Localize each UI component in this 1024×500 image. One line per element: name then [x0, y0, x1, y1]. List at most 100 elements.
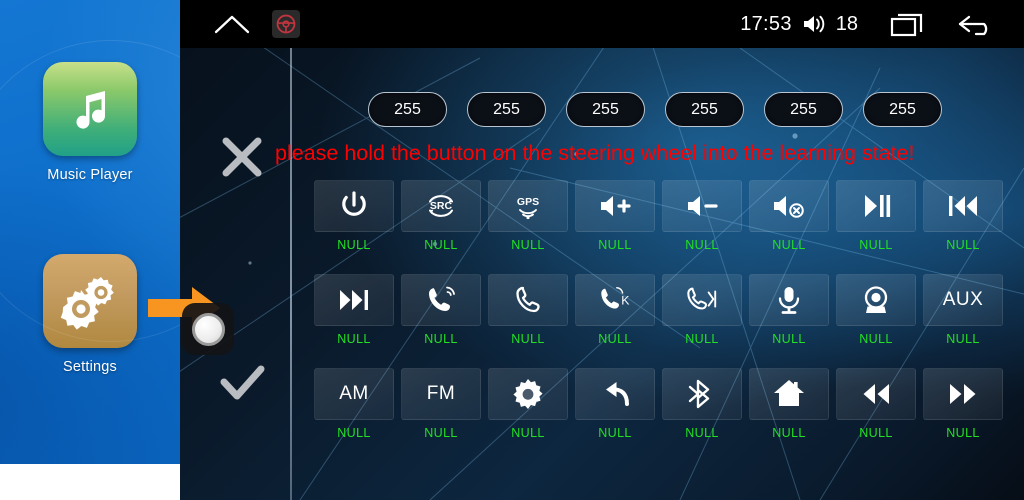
circle-knob-icon[interactable]	[182, 303, 234, 355]
swc-key-button-phone-answer-icon[interactable]	[401, 274, 481, 326]
swc-key-cell: NULL	[836, 274, 916, 368]
swc-key-assignment-label: NULL	[685, 426, 719, 440]
learned-value-pill-row: 255 255 255 255 255 255	[368, 92, 942, 127]
swc-key-cell: NULL	[836, 180, 916, 274]
swc-key-assignment-label: NULL	[859, 426, 893, 440]
phone-answer-icon	[424, 283, 458, 317]
gear-icon	[511, 377, 545, 411]
swc-key-button-previous-track-icon[interactable]	[923, 180, 1003, 232]
sidebar-item-music-player[interactable]: Music Player	[0, 62, 180, 183]
swc-key-cell: SRC NULL	[401, 180, 481, 274]
swc-key-cell: NULL	[923, 368, 1003, 462]
previous-track-icon	[946, 189, 980, 223]
swc-key-assignment-label: NULL	[511, 238, 545, 252]
swc-key-cell: NULL	[488, 368, 568, 462]
swc-key-button-volume-mute-icon[interactable]	[749, 180, 829, 232]
swc-key-button-play-pause-icon[interactable]	[836, 180, 916, 232]
swc-key-assignment-label: NULL	[598, 426, 632, 440]
swc-key-button-gear-icon[interactable]	[488, 368, 568, 420]
cancel-button[interactable]	[214, 129, 270, 185]
swc-key-assignment-label: NULL	[424, 426, 458, 440]
swc-key-button-aux[interactable]: AUX	[923, 274, 1003, 326]
back-undo-icon	[598, 377, 632, 411]
swc-key-button-home-icon[interactable]	[749, 368, 829, 420]
swc-key-assignment-label: NULL	[337, 426, 371, 440]
swc-key-button-phone-hangup-end-icon[interactable]	[662, 274, 742, 326]
music-note-icon	[43, 62, 137, 156]
value-pill[interactable]: 255	[863, 92, 942, 127]
swc-key-button-camera-icon[interactable]	[836, 274, 916, 326]
swc-key-button-next-track-icon[interactable]	[314, 274, 394, 326]
swc-key-cell: AM NULL	[314, 368, 394, 462]
warning-text: please hold the button on the steering w…	[275, 141, 915, 165]
volume-level-text: 18	[835, 12, 858, 35]
power-icon	[337, 189, 371, 223]
swc-key-assignment-label: NULL	[859, 332, 893, 346]
confirm-button[interactable]	[214, 355, 270, 411]
home-outline-icon[interactable]	[212, 10, 252, 38]
swc-key-cell: NULL	[749, 274, 829, 368]
back-arrow-icon[interactable]	[956, 10, 998, 38]
swc-key-button-microphone-icon[interactable]	[749, 274, 829, 326]
swc-key-cell: NULL	[314, 274, 394, 368]
swc-learning-panel: 255 255 255 255 255 255 please hold the …	[180, 48, 1024, 500]
swc-key-assignment-label: NULL	[424, 332, 458, 346]
swc-key-cell: NULL	[575, 180, 655, 274]
microphone-icon	[772, 283, 806, 317]
swc-key-assignment-label: NULL	[424, 238, 458, 252]
swc-key-button-gps-icon[interactable]: GPS	[488, 180, 568, 232]
swc-key-assignment-label: NULL	[946, 332, 980, 346]
phone-answer-k-icon: K	[598, 283, 632, 317]
swc-key-assignment-label: NULL	[772, 238, 806, 252]
rewind-icon	[859, 377, 893, 411]
steering-wheel-icon[interactable]	[272, 10, 300, 38]
swc-key-cell: NULL	[749, 180, 829, 274]
close-x-icon	[222, 137, 262, 177]
swc-key-cell: FM NULL	[401, 368, 481, 462]
swc-key-assignment-label: NULL	[946, 426, 980, 440]
value-pill[interactable]: 255	[368, 92, 447, 127]
swc-key-button-phone-answer-k-icon[interactable]: K	[575, 274, 655, 326]
play-pause-icon	[859, 189, 893, 223]
value-pill[interactable]: 255	[764, 92, 843, 127]
swc-key-button-fast-forward-icon[interactable]	[923, 368, 1003, 420]
swc-key-cell: NULL	[575, 368, 655, 462]
swc-key-button-rewind-icon[interactable]	[836, 368, 916, 420]
swc-key-button-bluetooth-icon[interactable]	[662, 368, 742, 420]
swc-key-assignment-label: NULL	[772, 426, 806, 440]
bluetooth-icon	[685, 377, 719, 411]
swc-key-assignment-label: NULL	[946, 238, 980, 252]
swc-key-button-volume-down-icon[interactable]	[662, 180, 742, 232]
swc-key-cell: GPS NULL	[488, 180, 568, 274]
clock-text: 17:53	[740, 12, 792, 35]
swc-key-cell: K NULL	[575, 274, 655, 368]
check-icon	[220, 365, 265, 400]
swc-key-cell: NULL	[488, 274, 568, 368]
swc-key-button-phone-hangup-icon[interactable]	[488, 274, 568, 326]
gears-icon	[43, 254, 137, 348]
home-icon	[772, 377, 806, 411]
swc-key-button-am[interactable]: AM	[314, 368, 394, 420]
svg-text:K: K	[621, 294, 630, 308]
value-pill[interactable]: 255	[665, 92, 744, 127]
swc-key-cell: NULL	[662, 368, 742, 462]
swc-key-cell: NULL	[314, 180, 394, 274]
swc-key-button-volume-up-icon[interactable]	[575, 180, 655, 232]
swc-key-assignment-label: NULL	[511, 332, 545, 346]
swc-key-assignment-label: NULL	[598, 332, 632, 346]
swc-key-button-back-undo-icon[interactable]	[575, 368, 655, 420]
swc-key-assignment-label: NULL	[685, 238, 719, 252]
recents-icon[interactable]	[889, 10, 925, 38]
volume-down-icon	[685, 189, 719, 223]
swc-key-assignment-label: NULL	[598, 238, 632, 252]
svg-text:GPS: GPS	[517, 196, 539, 208]
swc-key-button-src-icon[interactable]: SRC	[401, 180, 481, 232]
value-pill[interactable]: 255	[566, 92, 645, 127]
swc-key-button-fm[interactable]: FM	[401, 368, 481, 420]
gps-icon: GPS	[511, 189, 545, 223]
next-track-icon	[337, 283, 371, 317]
swc-key-button-power-icon[interactable]	[314, 180, 394, 232]
value-pill[interactable]: 255	[467, 92, 546, 127]
swc-key-assignment-label: NULL	[337, 332, 371, 346]
swc-key-assignment-label: NULL	[685, 332, 719, 346]
